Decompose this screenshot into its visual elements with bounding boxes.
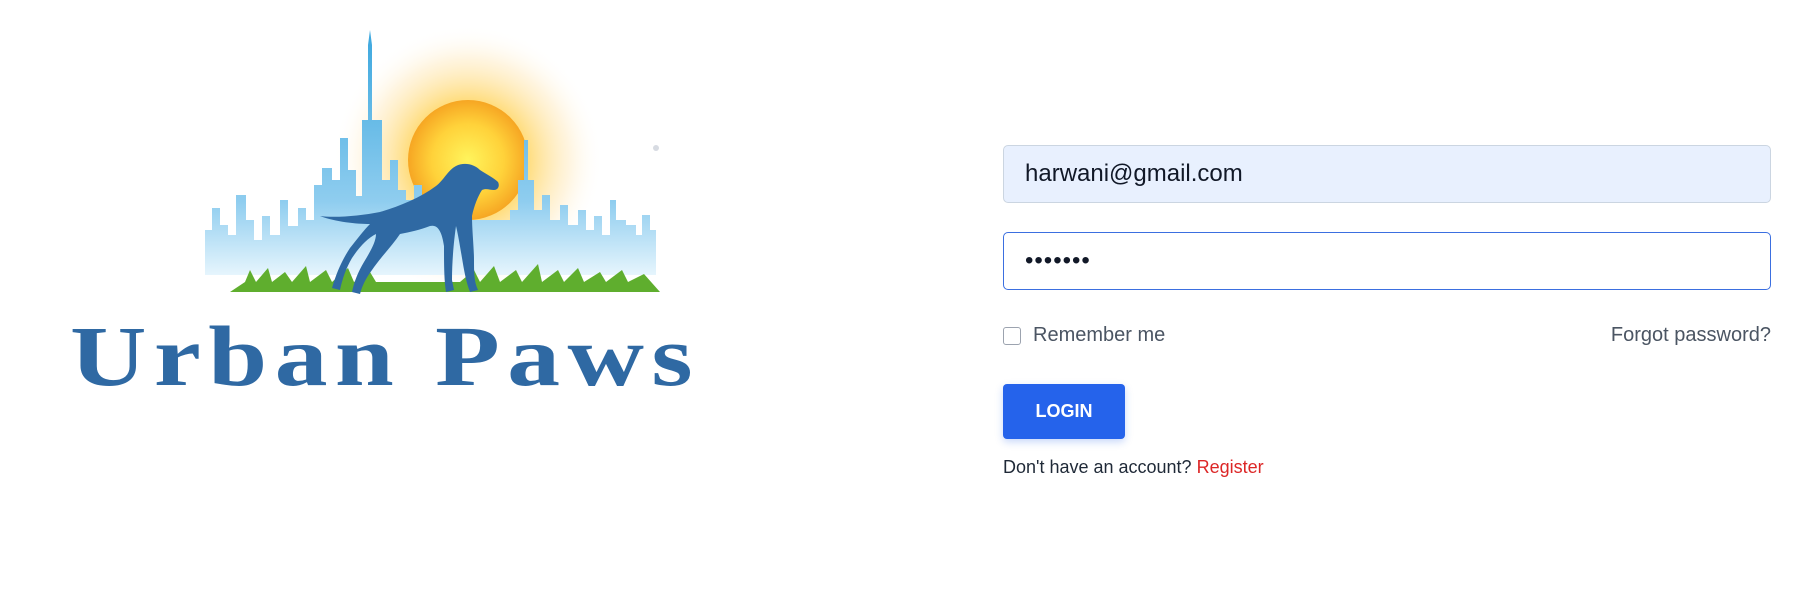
register-link[interactable]: Register bbox=[1197, 457, 1264, 477]
register-row: Don't have an account? Register bbox=[1003, 457, 1771, 478]
login-form: Remember me Forgot password? LOGIN Don't… bbox=[1003, 145, 1771, 478]
logo-text: Urban Paws bbox=[70, 308, 700, 404]
login-button[interactable]: LOGIN bbox=[1003, 384, 1125, 439]
forgot-password-link[interactable]: Forgot password? bbox=[1611, 324, 1771, 347]
remember-me[interactable]: Remember me bbox=[1003, 324, 1165, 347]
password-field[interactable] bbox=[1003, 232, 1771, 290]
options-row: Remember me Forgot password? bbox=[1003, 324, 1771, 348]
remember-me-checkbox[interactable] bbox=[1003, 326, 1021, 345]
logo-artwork: Urban Paws bbox=[70, 25, 700, 404]
email-field[interactable] bbox=[1003, 145, 1771, 203]
remember-me-label: Remember me bbox=[1033, 324, 1166, 346]
urban-paws-logo: Urban Paws bbox=[70, 20, 830, 460]
register-prompt: Don't have an account? bbox=[1003, 457, 1197, 477]
